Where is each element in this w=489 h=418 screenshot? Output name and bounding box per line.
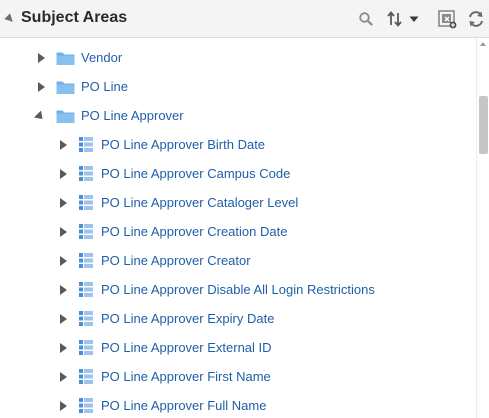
folder-icon [56,108,75,124]
expand-arrow-icon[interactable] [60,372,67,382]
refresh-icon[interactable] [466,9,486,29]
tree-column-item[interactable]: PO Line Approver Creator [0,247,476,276]
column-grid-icon [78,136,94,153]
column-grid-icon [78,368,94,385]
tree-folder-po-line-approver[interactable]: PO Line Approver [0,102,476,131]
tree-column-item[interactable]: PO Line Approver Campus Code [0,160,476,189]
scroll-up-arrow-icon[interactable] [480,42,486,46]
expand-arrow-icon[interactable] [60,169,67,179]
column-label[interactable]: PO Line Approver Cataloger Level [101,195,298,211]
collapse-arrow-icon[interactable] [33,110,47,123]
tree-column-item[interactable]: PO Line Approver Full Name [0,392,476,418]
column-grid-icon [78,252,94,269]
column-grid-icon [78,223,94,240]
vertical-scrollbar[interactable] [476,38,489,418]
column-grid-icon [78,310,94,327]
folder-icon [56,79,75,95]
expand-arrow-icon[interactable] [60,256,67,266]
column-label[interactable]: PO Line Approver Creator [101,253,251,269]
column-grid-icon [78,281,94,298]
panel-header: Subject Areas [0,0,489,38]
column-label[interactable]: PO Line Approver Birth Date [101,137,265,153]
expand-arrow-icon[interactable] [38,82,45,92]
folder-label[interactable]: Vendor [81,50,122,66]
tree-column-item[interactable]: PO Line Approver Cataloger Level [0,189,476,218]
expand-arrow-icon[interactable] [38,53,45,63]
expand-arrow-icon[interactable] [60,401,67,411]
expand-arrow-icon[interactable] [60,198,67,208]
column-label[interactable]: PO Line Approver Disable All Login Restr… [101,282,375,298]
tree-folder-vendor[interactable]: Vendor [0,44,476,73]
subject-areas-panel: Subject Areas Vendor PO Line PO Line App… [0,0,489,418]
column-label[interactable]: PO Line Approver Campus Code [101,166,290,182]
tree-column-item[interactable]: PO Line Approver Expiry Date [0,305,476,334]
folder-icon [56,50,75,66]
panel-title: Subject Areas [21,9,128,26]
column-grid-icon [78,165,94,182]
tree-column-item[interactable]: PO Line Approver First Name [0,363,476,392]
collapse-panel-icon[interactable] [4,13,16,25]
column-label[interactable]: PO Line Approver Expiry Date [101,311,274,327]
expand-arrow-icon[interactable] [60,140,67,150]
chevron-down-icon[interactable] [408,9,420,29]
column-grid-icon [78,339,94,356]
expand-arrow-icon[interactable] [60,314,67,324]
tree-folder-po-line[interactable]: PO Line [0,73,476,102]
subject-area-tree: Vendor PO Line PO Line Approver PO Line … [0,38,476,418]
folder-label[interactable]: PO Line Approver [81,108,184,124]
scrollbar-thumb[interactable] [479,96,488,154]
column-label[interactable]: PO Line Approver External ID [101,340,272,356]
folder-label[interactable]: PO Line [81,79,128,95]
search-icon[interactable] [358,9,374,29]
column-grid-icon [78,194,94,211]
tree-column-item[interactable]: PO Line Approver Disable All Login Restr… [0,276,476,305]
expand-arrow-icon[interactable] [60,285,67,295]
expand-view-icon[interactable] [437,9,457,29]
sort-icon[interactable] [386,9,404,29]
tree-column-item[interactable]: PO Line Approver Creation Date [0,218,476,247]
expand-arrow-icon[interactable] [60,227,67,237]
column-grid-icon [78,397,94,414]
column-label[interactable]: PO Line Approver First Name [101,369,271,385]
expand-arrow-icon[interactable] [60,343,67,353]
column-label[interactable]: PO Line Approver Creation Date [101,224,287,240]
tree-column-item[interactable]: PO Line Approver External ID [0,334,476,363]
column-label[interactable]: PO Line Approver Full Name [101,398,266,414]
tree-column-item[interactable]: PO Line Approver Birth Date [0,131,476,160]
